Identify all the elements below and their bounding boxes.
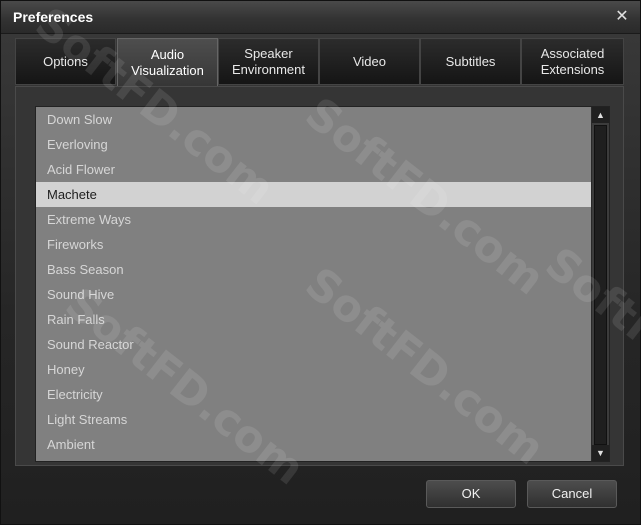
tab-video[interactable]: Video <box>319 38 420 85</box>
vertical-scrollbar[interactable]: ▲ ▼ <box>591 107 609 461</box>
title-bar: Preferences ✕ <box>1 1 640 34</box>
list-item[interactable]: Sound Reactor <box>36 332 592 357</box>
tab-speaker-environment[interactable]: Speaker Environment <box>218 38 319 85</box>
list-item[interactable]: Ambient <box>36 432 592 457</box>
tab-panel: Down Slow Everloving Acid Flower Machete Ext… <box>15 86 624 466</box>
visualization-items: Down Slow Everloving Acid Flower Machete Ext… <box>36 107 592 457</box>
list-item[interactable]: Acid Flower <box>36 157 592 182</box>
list-item[interactable]: Everloving <box>36 132 592 157</box>
list-item[interactable]: Electricity <box>36 382 592 407</box>
list-item[interactable]: Fireworks <box>36 232 592 257</box>
tab-subtitles[interactable]: Subtitles <box>420 38 521 85</box>
window-title: Preferences <box>13 9 94 25</box>
cancel-button[interactable]: Cancel <box>527 480 617 508</box>
list-item[interactable]: Bass Season <box>36 257 592 282</box>
tab-audio-visualization[interactable]: Audio Visualization <box>117 38 218 87</box>
list-item[interactable]: Honey <box>36 357 592 382</box>
list-item[interactable]: Rain Falls <box>36 307 592 332</box>
scrollbar-thumb[interactable] <box>594 125 607 445</box>
list-item[interactable]: Light Streams <box>36 407 592 432</box>
close-icon[interactable]: ✕ <box>612 7 632 27</box>
visualization-list[interactable]: Down Slow Everloving Acid Flower Machete Ext… <box>35 106 610 462</box>
ok-button[interactable]: OK <box>426 480 516 508</box>
tab-associated-extensions[interactable]: Associated Extensions <box>521 38 624 85</box>
scroll-down-arrow-icon[interactable]: ▼ <box>592 445 609 461</box>
tab-options[interactable]: Options <box>15 38 116 85</box>
list-item[interactable]: Machete <box>36 182 592 207</box>
list-item[interactable]: Down Slow <box>36 107 592 132</box>
scroll-up-arrow-icon[interactable]: ▲ <box>592 107 609 123</box>
list-item[interactable]: Sound Hive <box>36 282 592 307</box>
list-item[interactable]: Extreme Ways <box>36 207 592 232</box>
preferences-window: Preferences ✕ Options Audio Visualizatio… <box>0 0 641 525</box>
